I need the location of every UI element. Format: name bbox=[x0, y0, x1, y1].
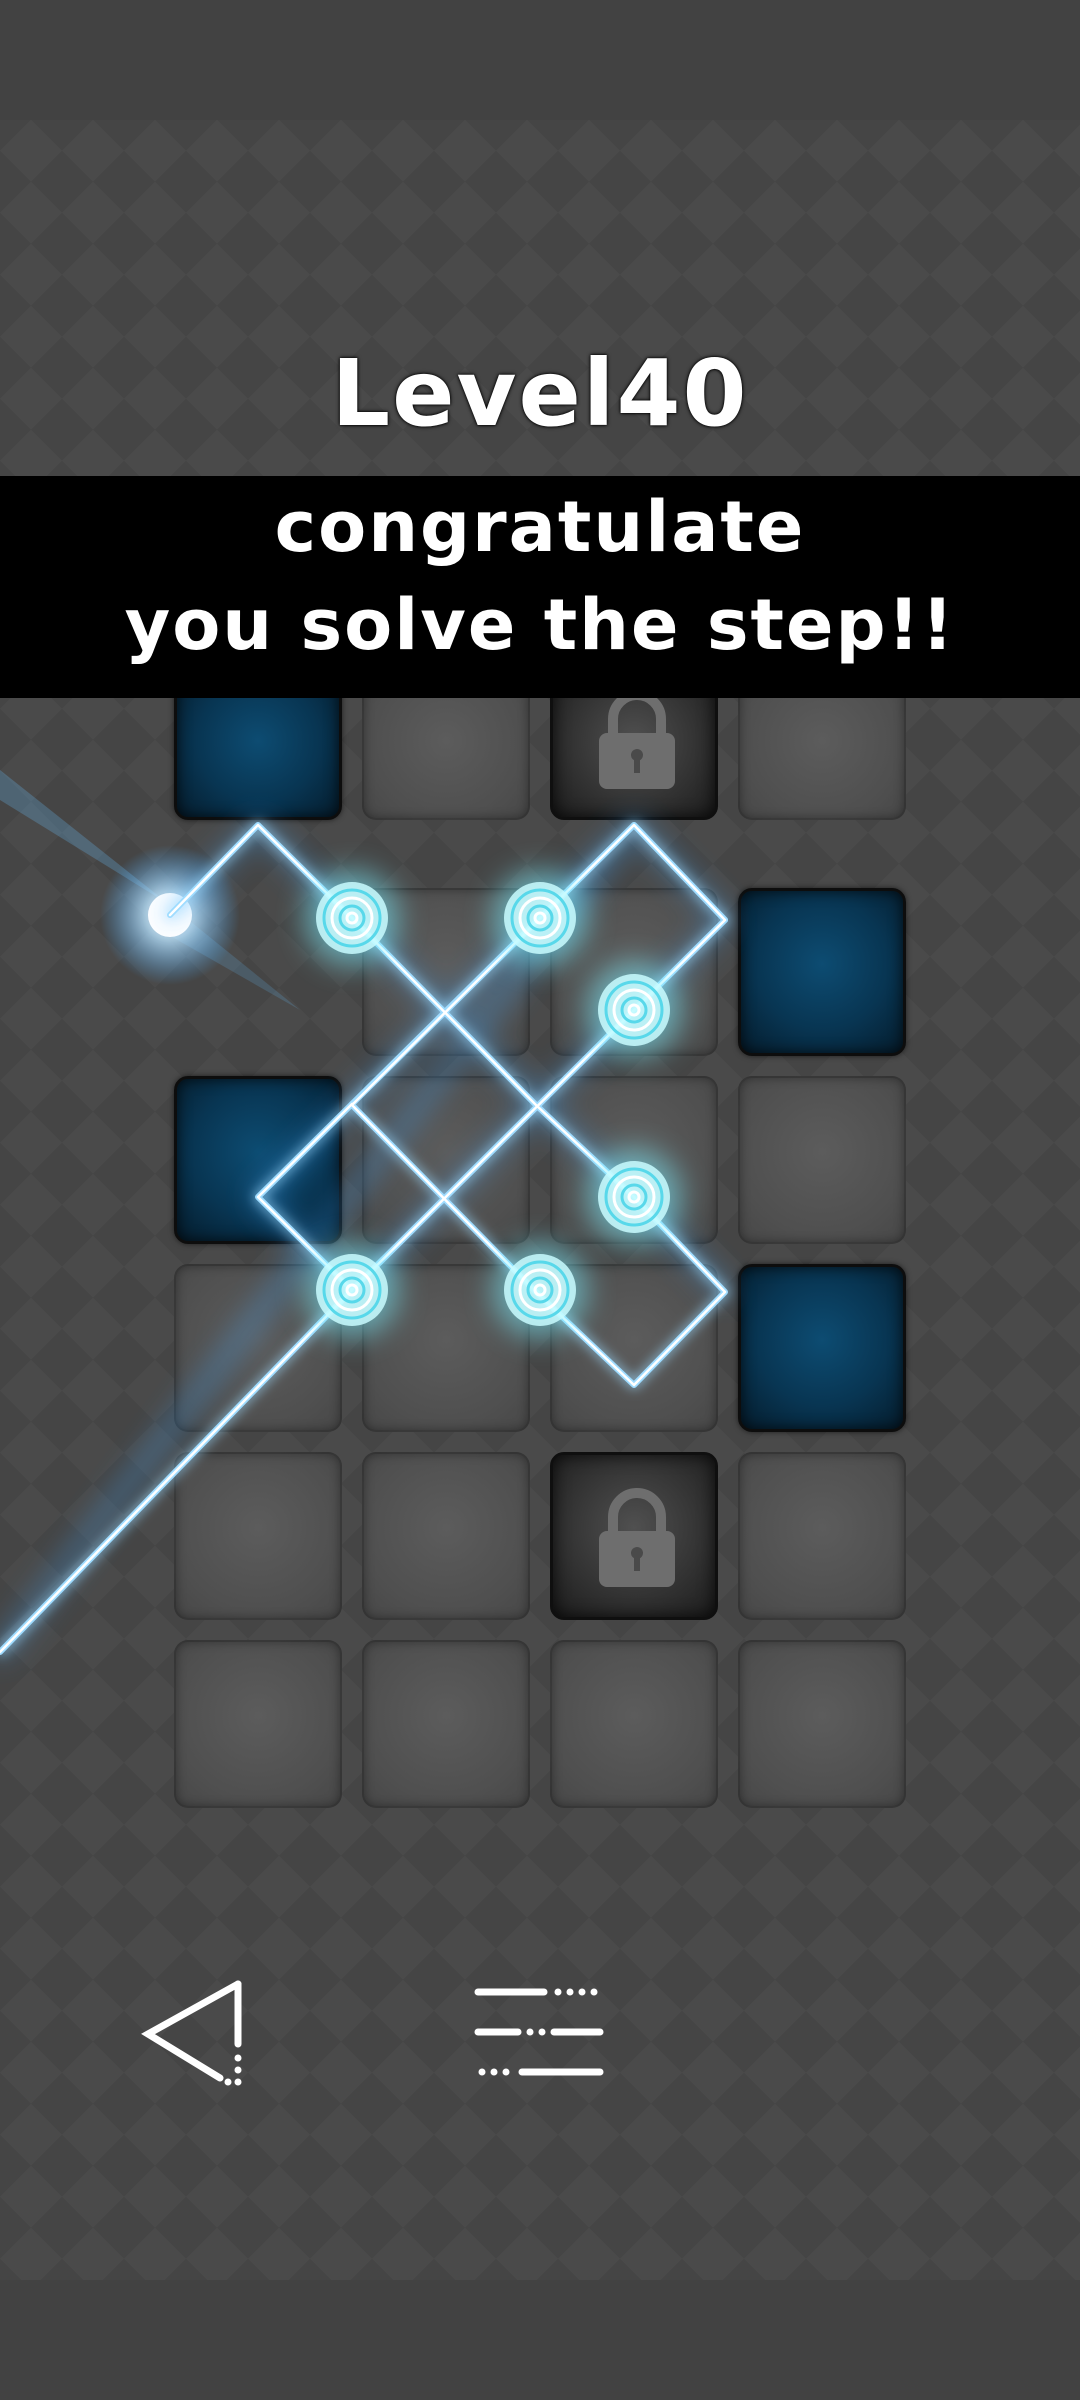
game-screen: Level40 congratulate you solve the step!… bbox=[0, 0, 1080, 2400]
laser-target-icon bbox=[304, 1242, 400, 1338]
back-button[interactable] bbox=[138, 1972, 248, 2092]
laser-target-icon bbox=[492, 1242, 588, 1338]
laser-emitter-icon bbox=[0, 770, 300, 1010]
congratulation-banner: congratulate you solve the step!! bbox=[0, 476, 1080, 698]
level-menu-icon bbox=[474, 1988, 604, 2076]
banner-message-line-1: congratulate bbox=[274, 486, 806, 568]
level-menu-button[interactable] bbox=[472, 1982, 606, 2082]
laser-target-icon bbox=[492, 870, 588, 966]
laser-target-icon bbox=[586, 1149, 682, 1245]
banner-message-line-2: you solve the step!! bbox=[124, 584, 956, 666]
laser-target-icon bbox=[304, 870, 400, 966]
back-triangle-icon bbox=[141, 1980, 242, 2086]
laser-target-icon bbox=[586, 962, 682, 1058]
